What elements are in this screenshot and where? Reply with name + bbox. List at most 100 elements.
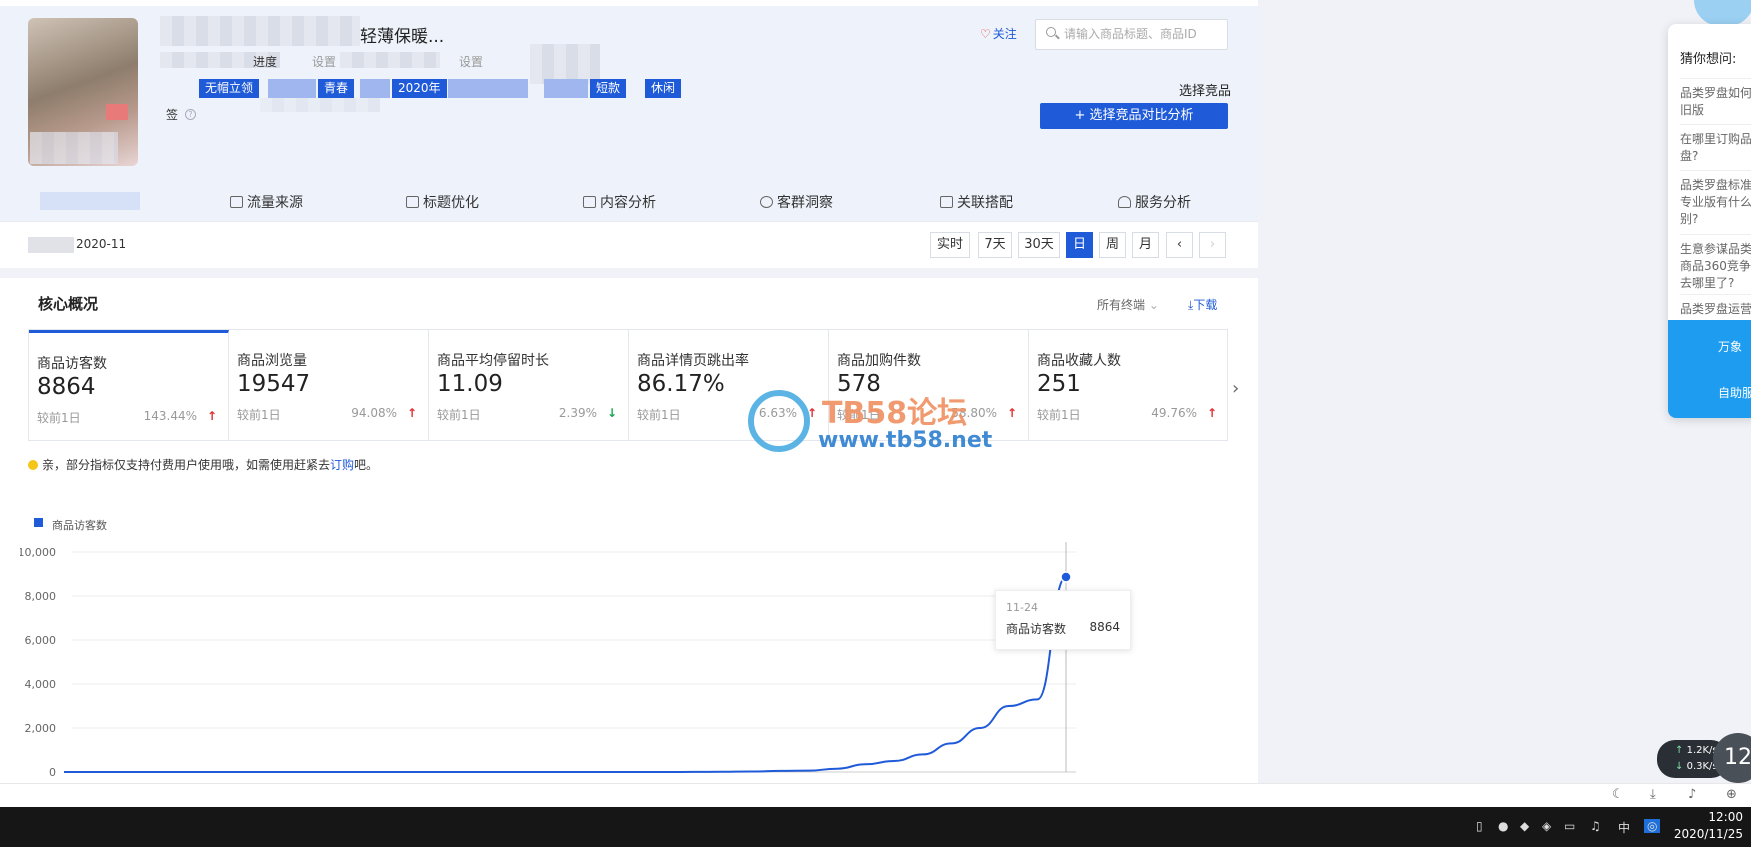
y-tick-label: 0 [49,766,56,779]
section-gap [0,268,1258,278]
period-7d[interactable]: 7天 [978,232,1012,258]
nav-tab-overview[interactable] [40,192,140,210]
watermark-url: www.tb58.net [818,428,993,453]
download-icon[interactable]: ⤓ [1650,787,1656,802]
tab-label: 客群洞察 [777,195,833,211]
shield-icon[interactable]: ◈ [1542,819,1551,833]
metric-card[interactable]: 商品平均停留时长 11.09 较前1日 2.39% ↓ [429,330,629,440]
chevron-right-icon: › [1209,237,1216,252]
select-competitor-button[interactable]: + 选择竞品对比分析 [1040,103,1228,129]
faq-item[interactable]: 品类罗盘标准专业版有什么别? [1680,170,1751,228]
tab-title-optimize[interactable]: 标题优化 [406,192,479,212]
metric-label: 商品加购件数 [837,353,921,369]
tab-related-match[interactable]: 关联搭配 [940,192,1013,212]
blurred-meta-2 [340,52,440,68]
search-icon [1046,27,1056,37]
y-tick-label: 4,000 [25,678,57,691]
help-side-panel: 猜你想问: 品类罗盘如何旧版 在哪里订购品盘? 品类罗盘标准专业版有什么别? 生… [1668,24,1751,418]
arrow-up-icon: ↑ [1675,745,1684,756]
next-date-button[interactable]: › [1199,232,1226,258]
y-tick-label: 2,000 [25,722,57,735]
metric-card[interactable]: 商品浏览量 19547 较前1日 94.08% ↑ [229,330,429,440]
qq-icon[interactable]: ● [1498,819,1508,833]
y-tick-label: 6,000 [25,634,57,647]
set-link-1[interactable]: 设置 [312,53,336,70]
section-title: 核心概况 [38,295,99,313]
period-week[interactable]: 周 [1099,232,1126,258]
windows-taskbar: ▯ ● ◆ ◈ ▭ ♫ 中 ◎ 12:00 2020/11/25 [0,807,1751,847]
faq-item[interactable]: 品类罗盘如何旧版 [1680,78,1751,119]
subscribe-link[interactable]: 订购 [330,458,354,472]
side-action-button[interactable]: 自助服 [1718,384,1751,401]
tooltip-row: 商品访客数 8864 [1006,620,1120,637]
search-input[interactable]: 请输入商品标题、商品ID [1035,19,1228,50]
network-icon[interactable]: ▭ [1564,819,1575,833]
faq-item[interactable]: 品类罗盘运营 [1680,294,1751,318]
metric-pct: 143.44% [143,409,197,423]
app-tray-icon[interactable]: ◎ [1644,819,1661,833]
watermark-logo-icon [748,390,810,452]
speaker-icon[interactable]: ♪ [1688,787,1696,802]
period-day[interactable]: 日 [1066,232,1093,258]
tab-customer-insight[interactable]: 客群洞察 [760,192,833,212]
blurred-block [530,44,600,84]
usb-icon[interactable]: ▯ [1476,819,1483,833]
metric-value: 8864 [37,374,96,400]
follow-button[interactable]: ♡ 关注 [980,25,1017,42]
y-tick-label: 8,000 [25,590,57,603]
period-month[interactable]: 月 [1132,232,1159,258]
metric-compare: 较前1日 [637,408,681,422]
document-icon [583,196,596,208]
tab-label: 标题优化 [423,195,479,211]
mascot-icon[interactable] [1694,0,1751,26]
tab-service-analysis[interactable]: 服务分析 [1118,192,1191,212]
paid-notice: 亲，部分指标仅支持付费用户使用哦，如需使用赶紧去订购吧。 [28,456,378,473]
link-icon [940,196,953,208]
nvidia-icon[interactable]: ◆ [1520,819,1529,833]
metrics-next-button[interactable]: › [1232,378,1239,399]
metric-card[interactable]: 商品访客数 8864 较前1日 143.44% ↑ [29,330,229,440]
volume-icon[interactable]: ♫ [1590,819,1601,833]
help-icon[interactable]: ? [185,109,196,120]
set-link-2[interactable]: 设置 [459,53,483,70]
faq-item[interactable]: 在哪里订购品盘? [1680,124,1751,165]
line-chart-icon [230,196,243,208]
tab-content-analysis[interactable]: 内容分析 [583,192,656,212]
metric-card[interactable]: 商品收藏人数 251 较前1日 49.76% ↑ [1029,330,1229,440]
tab-label: 服务分析 [1135,195,1191,211]
system-clock[interactable]: 12:00 2020/11/25 [1674,809,1743,843]
arrow-up-icon: ↑ [1207,406,1218,420]
metric-compare: 较前1日 [37,411,81,425]
side-action-button[interactable]: 万象 [1718,338,1742,355]
metric-compare: 较前1日 [237,408,281,422]
faq-item[interactable]: 生意参谋品类商品360竞争去哪里了? [1680,234,1751,292]
tooltip-value: 8864 [1089,620,1120,634]
terminal-filter[interactable]: 所有终端 ⌄ [1097,296,1159,313]
arrow-down-icon: ↓ [1675,761,1684,772]
metric-pct: 49.76% [1151,406,1197,420]
tab-label: 关联搭配 [957,195,1013,211]
metric-label: 商品浏览量 [237,353,307,369]
ime-indicator[interactable]: 中 [1618,819,1630,836]
chart-tooltip: 11-24 商品访客数 8864 [995,590,1131,650]
metric-compare: 较前1日 [437,408,481,422]
prev-date-button[interactable]: ‹ [1166,232,1193,258]
download-button[interactable]: ⤓下载 [1188,296,1217,313]
period-30d[interactable]: 30天 [1018,232,1060,258]
data-point [1060,571,1072,583]
blurred-shop [30,132,118,164]
upload-speed-value: 1.2 [1686,745,1703,756]
zoom-icon[interactable]: ⊕ [1726,787,1737,802]
metric-label: 商品详情页跳出率 [637,353,749,369]
chevron-left-icon: ‹ [1176,237,1183,252]
download-label: 下载 [1193,298,1218,312]
moon-icon[interactable]: ☾ [1612,787,1624,802]
blurred-date-label [28,237,74,253]
watermark-text: TB58论坛 [822,396,968,431]
users-icon [760,196,773,208]
period-realtime[interactable]: 实时 [930,232,970,258]
follow-label: 关注 [992,27,1017,41]
series-line [64,575,1067,773]
tab-traffic-source[interactable]: 流量来源 [230,192,303,212]
y-tick-label: 10,000 [20,546,56,559]
